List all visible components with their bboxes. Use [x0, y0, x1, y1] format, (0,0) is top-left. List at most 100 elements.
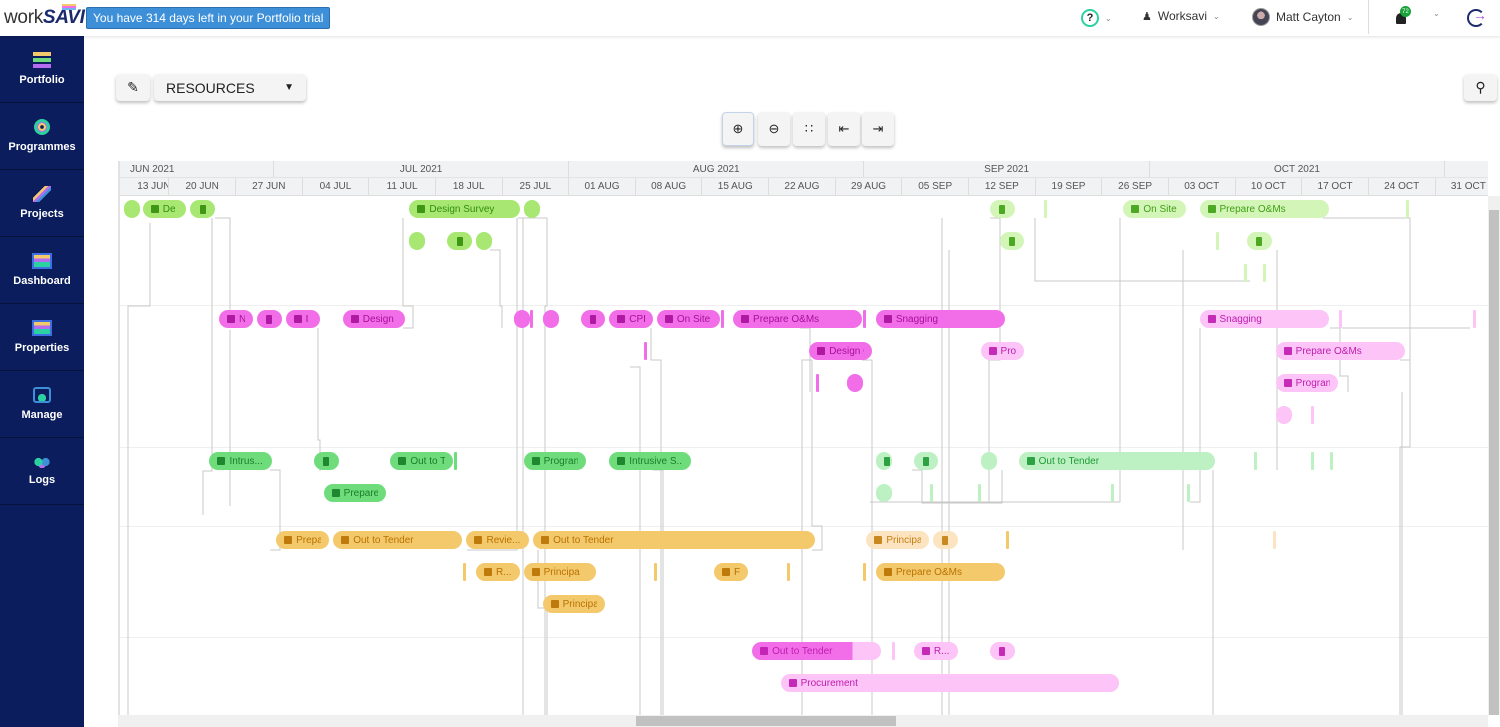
task-bar[interactable]: [314, 452, 339, 470]
task-bar[interactable]: Prepare: [323, 484, 387, 502]
vertical-scroll-thumb[interactable]: [1489, 210, 1499, 715]
zoom-out-button[interactable]: ⊖: [758, 112, 790, 146]
milestone-marker[interactable]: [720, 310, 724, 328]
milestone-marker[interactable]: [1329, 452, 1333, 470]
scroll-left-button[interactable]: ⇤: [828, 112, 860, 146]
task-bar[interactable]: Prepare O&Ms: [875, 563, 1006, 581]
task-bar[interactable]: Out to Tender: [1018, 452, 1215, 470]
task-bar[interactable]: Intrus...: [209, 452, 273, 470]
milestone-marker[interactable]: [863, 563, 867, 581]
edit-button[interactable]: ✎: [116, 74, 150, 101]
vertical-scrollbar[interactable]: [1488, 196, 1500, 715]
view-select[interactable]: RESOURCES ▼: [154, 74, 306, 101]
horizontal-scrollbar[interactable]: [118, 715, 1488, 727]
milestone-marker[interactable]: [1405, 200, 1409, 218]
sidebar-item-manage[interactable]: Manage: [0, 371, 84, 438]
task-bar[interactable]: Pro: [980, 342, 1025, 360]
task-bar[interactable]: Principa: [866, 531, 929, 549]
task-bar[interactable]: Prepare O&Ms: [733, 310, 863, 328]
notifications-button[interactable]: 72: [1396, 6, 1411, 24]
task-bar[interactable]: [980, 452, 997, 470]
milestone-marker[interactable]: [1006, 531, 1010, 549]
sidebar-item-portfolio[interactable]: Portfolio: [0, 36, 84, 103]
task-bar[interactable]: On Site: [656, 310, 720, 328]
task-bar[interactable]: [932, 531, 958, 549]
task-bar[interactable]: [542, 310, 559, 328]
task-bar[interactable]: [990, 642, 1015, 660]
sidebar-item-logs[interactable]: Logs: [0, 438, 84, 505]
task-bar[interactable]: R...: [476, 563, 520, 581]
sidebar-item-projects[interactable]: Projects: [0, 170, 84, 237]
fit-button[interactable]: ∷: [793, 112, 825, 146]
milestone-marker[interactable]: [1044, 200, 1048, 218]
milestone-marker[interactable]: [1339, 310, 1343, 328]
task-bar[interactable]: Prepare O&Ms: [1199, 200, 1329, 218]
milestone-marker[interactable]: [530, 310, 534, 328]
task-bar[interactable]: Out to Tender: [333, 531, 463, 549]
task-bar[interactable]: [875, 484, 892, 502]
task-bar[interactable]: [580, 310, 606, 328]
task-bar[interactable]: [990, 200, 1015, 218]
milestone-marker[interactable]: [1310, 452, 1314, 470]
help-menu[interactable]: ? ⌄: [1081, 9, 1112, 27]
task-bar[interactable]: Design C: [809, 342, 872, 360]
milestone-marker[interactable]: [1272, 531, 1276, 549]
milestone-marker[interactable]: [653, 563, 657, 581]
task-bar[interactable]: [847, 374, 864, 392]
task-bar[interactable]: N: [218, 310, 254, 328]
task-bar[interactable]: Snagging: [1199, 310, 1329, 328]
worksavi-logo[interactable]: workSAVI: [4, 7, 85, 29]
task-bar[interactable]: Progran: [523, 452, 587, 470]
task-bar[interactable]: [476, 232, 492, 250]
logout-button[interactable]: [1467, 7, 1487, 27]
task-bar[interactable]: [523, 200, 540, 218]
task-bar[interactable]: Out to Tender: [752, 642, 882, 660]
task-bar[interactable]: Intrusive S...: [609, 452, 691, 470]
task-bar[interactable]: Snagging: [875, 310, 1006, 328]
milestone-marker[interactable]: [644, 342, 648, 360]
task-bar[interactable]: F: [714, 563, 749, 581]
task-bar[interactable]: [1275, 406, 1292, 424]
milestone-marker[interactable]: [1244, 264, 1248, 282]
milestone-marker[interactable]: [1215, 232, 1219, 250]
scroll-right-button[interactable]: ⇥: [862, 112, 894, 146]
workspace-menu[interactable]: ♟ Worksavi ⌄: [1142, 9, 1220, 23]
task-bar[interactable]: Design C: [342, 310, 406, 328]
task-bar[interactable]: [190, 200, 215, 218]
milestone-marker[interactable]: [1310, 406, 1314, 424]
milestone-marker[interactable]: [891, 642, 895, 660]
milestone-marker[interactable]: [977, 484, 981, 502]
task-bar[interactable]: Design Survey: [409, 200, 520, 218]
task-bar[interactable]: Prepa: [276, 531, 330, 549]
task-bar[interactable]: Out to T: [390, 452, 453, 470]
milestone-marker[interactable]: [1187, 484, 1190, 502]
milestone-marker[interactable]: [815, 374, 819, 392]
user-menu[interactable]: Matt Cayton ⌄: [1252, 8, 1353, 26]
milestone-marker[interactable]: [863, 310, 867, 328]
trial-banner[interactable]: You have 314 days left in your Portfolio…: [86, 7, 331, 29]
task-bar[interactable]: Out to Tender: [533, 531, 815, 549]
sidebar-item-dashboard[interactable]: Dashboard: [0, 237, 84, 304]
task-bar[interactable]: Progran: [1275, 374, 1339, 392]
milestone-marker[interactable]: [1472, 310, 1476, 328]
task-bar[interactable]: [257, 310, 282, 328]
milestone-marker[interactable]: [453, 452, 457, 470]
milestone-marker[interactable]: [929, 484, 933, 502]
task-bar[interactable]: [999, 232, 1025, 250]
task-bar[interactable]: Prepare O&Ms: [1275, 342, 1405, 360]
task-bar[interactable]: [913, 452, 939, 470]
task-bar[interactable]: De: [142, 200, 187, 218]
task-bar[interactable]: Principa: [523, 563, 596, 581]
task-bar[interactable]: [514, 310, 531, 328]
task-bar[interactable]: On Site: [1123, 200, 1186, 218]
task-bar[interactable]: [875, 452, 892, 470]
task-bar[interactable]: Revie...: [466, 531, 530, 549]
milestone-marker[interactable]: [787, 563, 791, 581]
search-button[interactable]: ⚲: [1464, 74, 1497, 101]
horizontal-scroll-thumb[interactable]: [636, 716, 896, 726]
milestone-marker[interactable]: [1253, 452, 1257, 470]
milestone-marker[interactable]: [1263, 264, 1267, 282]
milestone-marker[interactable]: [1110, 484, 1114, 502]
task-bar[interactable]: [123, 200, 140, 218]
task-bar[interactable]: Principa: [542, 595, 606, 613]
